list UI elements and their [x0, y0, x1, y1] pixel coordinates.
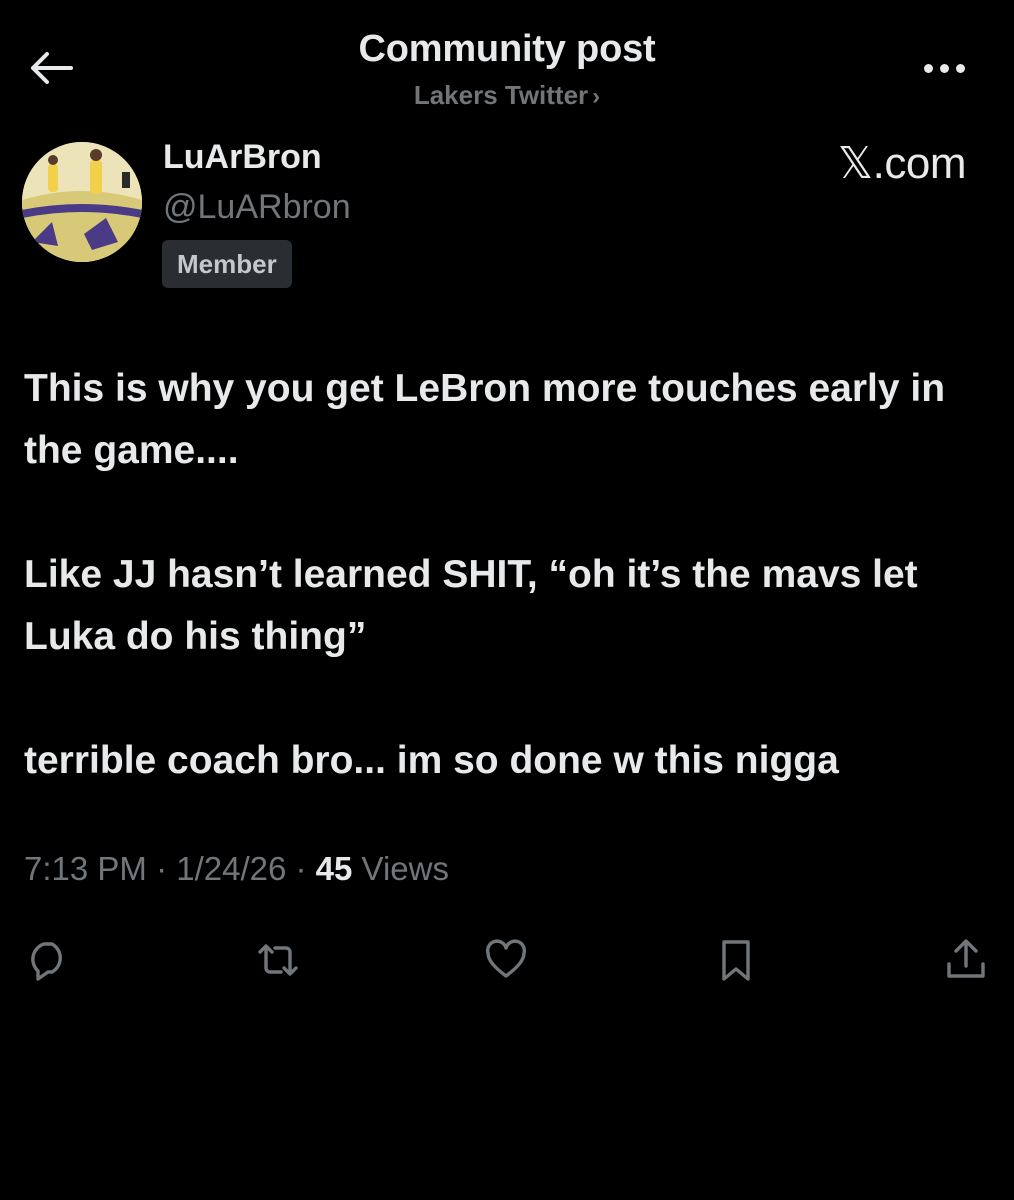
member-badge: Member: [162, 240, 292, 288]
post-time[interactable]: 7:13 PM: [24, 850, 147, 887]
meta-separator: ·: [286, 850, 316, 887]
post-paragraph: Like JJ hasn’t learned SHIT, “oh it’s th…: [24, 553, 918, 658]
author-name[interactable]: LuArBron: [163, 138, 322, 177]
like-button[interactable]: [478, 932, 534, 988]
like-icon: [485, 939, 527, 978]
post-date[interactable]: 1/24/26: [176, 850, 286, 887]
views-label: Views: [352, 850, 449, 887]
share-button[interactable]: [938, 932, 994, 988]
repost-icon: [258, 944, 298, 976]
source-label: 𝕏.com: [837, 139, 967, 188]
share-icon: [947, 939, 985, 978]
community-name: Lakers Twitter: [413, 80, 589, 110]
views-count: 45: [315, 850, 353, 887]
post-text: This is why you get LeBron more touches …: [24, 358, 984, 792]
more-options-button[interactable]: [914, 50, 974, 86]
reply-icon: [31, 942, 62, 981]
post-paragraph: This is why you get LeBron more touches …: [24, 367, 946, 472]
author-handle[interactable]: @LuARbron: [163, 188, 351, 227]
meta-separator: ·: [146, 850, 177, 887]
bookmark-icon: [722, 940, 750, 981]
more-horizontal-icon: [923, 63, 933, 73]
page-title: Community post: [358, 28, 656, 70]
more-dot: [955, 63, 965, 73]
post-paragraph: terrible coach bro... im so done w this …: [24, 739, 839, 782]
avatar-image: [22, 142, 142, 262]
more-dot: [939, 63, 949, 73]
post-meta: 7:13 PM · 1/24/26 · 45 Views: [24, 850, 449, 888]
community-link[interactable]: Lakers Twitter ›: [0, 80, 1014, 111]
repost-button[interactable]: [250, 932, 306, 988]
chevron-right-icon: ›: [592, 83, 601, 110]
reply-button[interactable]: [20, 932, 76, 988]
bookmark-button[interactable]: [708, 932, 764, 988]
avatar[interactable]: [22, 142, 142, 262]
